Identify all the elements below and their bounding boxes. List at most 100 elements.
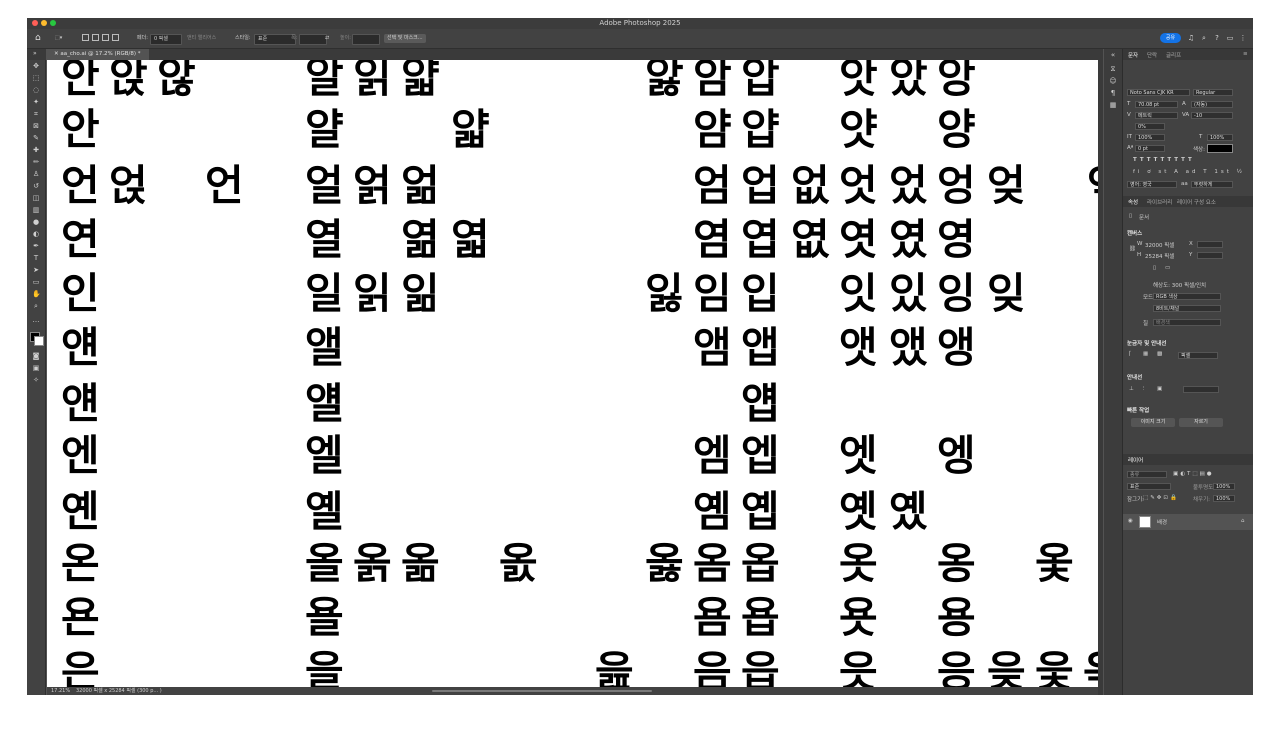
lasso-tool-icon[interactable]: ◌ — [32, 86, 40, 94]
zoom-level[interactable]: 17.21% — [51, 687, 70, 695]
antialias-select[interactable]: 뚜렷하게 — [1191, 181, 1233, 188]
layer-name[interactable]: 배경 — [1157, 518, 1167, 526]
hand-tool-icon[interactable]: ✋ — [32, 290, 41, 298]
antialias-checkbox[interactable]: 앤티 앨리어스 — [187, 34, 216, 43]
opacity-input[interactable]: 100% — [1213, 483, 1235, 490]
document-tab[interactable]: ✕ aa_cho.ai @ 17.2% (RGB/8) * — [46, 49, 149, 60]
document-info[interactable]: 32000 픽셀 x 25284 픽셀 (300 p... ) — [76, 687, 162, 695]
quick-mask-icon[interactable]: ◙ — [32, 352, 40, 360]
width-value[interactable]: 32000 픽셀 — [1145, 241, 1174, 249]
x-input[interactable] — [1197, 241, 1223, 248]
leading-input[interactable]: (자동) — [1191, 101, 1233, 108]
add-selection-icon[interactable] — [92, 34, 99, 43]
ruler-icon[interactable]: ⌈ — [1129, 351, 1131, 357]
baseline-input[interactable]: 0 pt — [1135, 145, 1165, 152]
width-input[interactable] — [299, 34, 327, 45]
intersect-selection-icon[interactable] — [112, 34, 119, 43]
tab-glyphs[interactable]: 글리프 — [1166, 51, 1181, 59]
more-icon[interactable]: ⋮ — [1239, 34, 1247, 42]
eraser-tool-icon[interactable]: ◫ — [32, 194, 40, 202]
marquee-tool-preset-icon[interactable]: ⬚▾ — [55, 34, 62, 43]
bell-icon[interactable]: ♫ — [1187, 34, 1195, 42]
rectangle-tool-icon[interactable]: ▭ — [32, 278, 40, 286]
gradient-tool-icon[interactable]: ▥ — [32, 206, 40, 214]
horizontal-scale-input[interactable]: 100% — [1207, 134, 1233, 141]
clone-stamp-tool-icon[interactable]: ♙ — [32, 170, 40, 178]
visibility-icon[interactable]: ◉ — [1128, 518, 1133, 524]
marquee-tool-icon[interactable]: ⬚ — [32, 74, 40, 82]
brush-tool-icon[interactable]: ✏ — [32, 158, 40, 166]
horizontal-scrollbar[interactable] — [432, 690, 652, 692]
edit-toolbar-icon[interactable]: … — [32, 316, 40, 324]
tab-properties[interactable]: 속성 — [1128, 198, 1138, 206]
new-selection-icon[interactable] — [82, 34, 89, 43]
zoom-tool-icon[interactable]: ⌕ — [32, 302, 40, 310]
opentype-buttons[interactable]: fi ơ st A ad T 1st ½ — [1133, 169, 1245, 175]
screen-mode-icon[interactable]: ▣ — [32, 364, 40, 372]
eyedropper-tool-icon[interactable]: ✎ — [32, 134, 40, 142]
workspace-icon[interactable]: ▭ — [1226, 34, 1234, 42]
table-panel-icon[interactable]: ▦ — [1109, 101, 1117, 109]
crop-button[interactable]: 자르기 — [1179, 418, 1223, 427]
subtract-selection-icon[interactable] — [102, 34, 109, 43]
text-style-buttons[interactable]: TTTTTTTTT — [1133, 157, 1195, 163]
dodge-tool-icon[interactable]: ◐ — [32, 230, 40, 238]
tab-libraries[interactable]: 라이브러리 — [1147, 198, 1172, 206]
mode-select[interactable]: RGB 색상 — [1153, 293, 1221, 300]
image-size-button[interactable]: 이미지 크기 — [1131, 418, 1175, 427]
guide-align-icon[interactable]: ⊥ — [1129, 386, 1134, 392]
path-selection-tool-icon[interactable]: ➤ — [32, 266, 40, 274]
fill-select[interactable]: 배경색 — [1153, 319, 1221, 326]
guide-style-select[interactable] — [1183, 386, 1219, 393]
type-tool-icon[interactable]: T — [32, 254, 40, 262]
history-brush-tool-icon[interactable]: ↺ — [32, 182, 40, 190]
layer-fill-input[interactable]: 100% — [1213, 495, 1235, 502]
tab-character[interactable]: 문자 — [1128, 51, 1138, 59]
share-button[interactable]: 공유 — [1160, 33, 1181, 43]
y-input[interactable] — [1197, 252, 1223, 259]
guide-distribute-icon[interactable]: ⫶ — [1143, 386, 1144, 393]
layer-filter-select[interactable]: 종류 — [1127, 471, 1167, 478]
layer-row[interactable]: ◉ 배경 ⌂ — [1123, 514, 1253, 530]
text-color-swatch[interactable] — [1207, 144, 1233, 153]
home-icon[interactable]: ⌂ — [35, 33, 41, 43]
lock-icons[interactable]: ⬚✎✥⊡🔒 — [1143, 495, 1179, 501]
guides-section-header[interactable]: 안내선 — [1127, 373, 1142, 381]
grid-icon[interactable]: ▦ — [1143, 351, 1148, 357]
tab-paragraph[interactable]: 단락 — [1147, 51, 1157, 59]
font-style-select[interactable]: Regular — [1193, 89, 1233, 96]
tsume-input[interactable]: 0% — [1135, 123, 1165, 130]
panel-menu-icon[interactable]: ≡ — [1243, 51, 1248, 57]
language-select[interactable]: 영어: 영국 — [1127, 181, 1177, 188]
document-canvas[interactable]: 안앉않알읽얇앓암압앗았앙안얄얇얌얍얏양언얹언얼얽얾엄업없엇었엉엊억연열엶엷염엽엾… — [47, 60, 1098, 687]
link-icon[interactable]: ⛓ — [1129, 246, 1136, 252]
paragraph-panel-icon[interactable]: ¶ — [1109, 89, 1117, 97]
tab-layers[interactable]: 레이어 — [1128, 456, 1143, 464]
portrait-icon[interactable]: ▯ — [1153, 265, 1156, 271]
height-input[interactable] — [352, 34, 380, 45]
collapse-panels-icon[interactable]: « — [1109, 51, 1117, 59]
rulers-section-header[interactable]: 눈금자 및 안내선 — [1127, 339, 1166, 347]
ruler-units-select[interactable]: 픽셀 — [1178, 352, 1218, 359]
blend-mode-select[interactable]: 표준 — [1127, 483, 1171, 490]
tab-layer-comps[interactable]: 레이어 구성 요소 — [1177, 198, 1216, 206]
vertical-scale-input[interactable]: 100% — [1135, 134, 1165, 141]
layer-filter-icons[interactable]: ▣◐T⬚▤● — [1173, 471, 1214, 477]
crop-tool-icon[interactable]: ⌗ — [32, 110, 40, 118]
lock-icon[interactable]: ⌂ — [1241, 518, 1245, 524]
quick-actions-section-header[interactable]: 빠른 작업 — [1127, 406, 1149, 414]
landscape-icon[interactable]: ▭ — [1165, 265, 1170, 271]
pen-tool-icon[interactable]: ✒ — [32, 242, 40, 250]
canvas-section-header[interactable]: 캔버스 — [1127, 229, 1142, 237]
style-select[interactable]: 표준 — [254, 34, 296, 45]
bit-depth-select[interactable]: 8비트/채널 — [1153, 305, 1221, 312]
tracking-input[interactable]: -10 — [1191, 112, 1233, 119]
search-icon[interactable]: ⌕ — [1200, 34, 1208, 42]
background-color-swatch[interactable] — [34, 336, 44, 346]
generative-icon[interactable]: ✧ — [32, 376, 40, 384]
magic-wand-tool-icon[interactable]: ✦ — [32, 98, 40, 106]
adjustments-panel-icon[interactable]: ☺ — [1109, 77, 1117, 85]
frame-tool-icon[interactable]: ⊠ — [32, 122, 40, 130]
help-icon[interactable]: ? — [1213, 34, 1221, 42]
blur-tool-icon[interactable]: ● — [32, 218, 40, 226]
